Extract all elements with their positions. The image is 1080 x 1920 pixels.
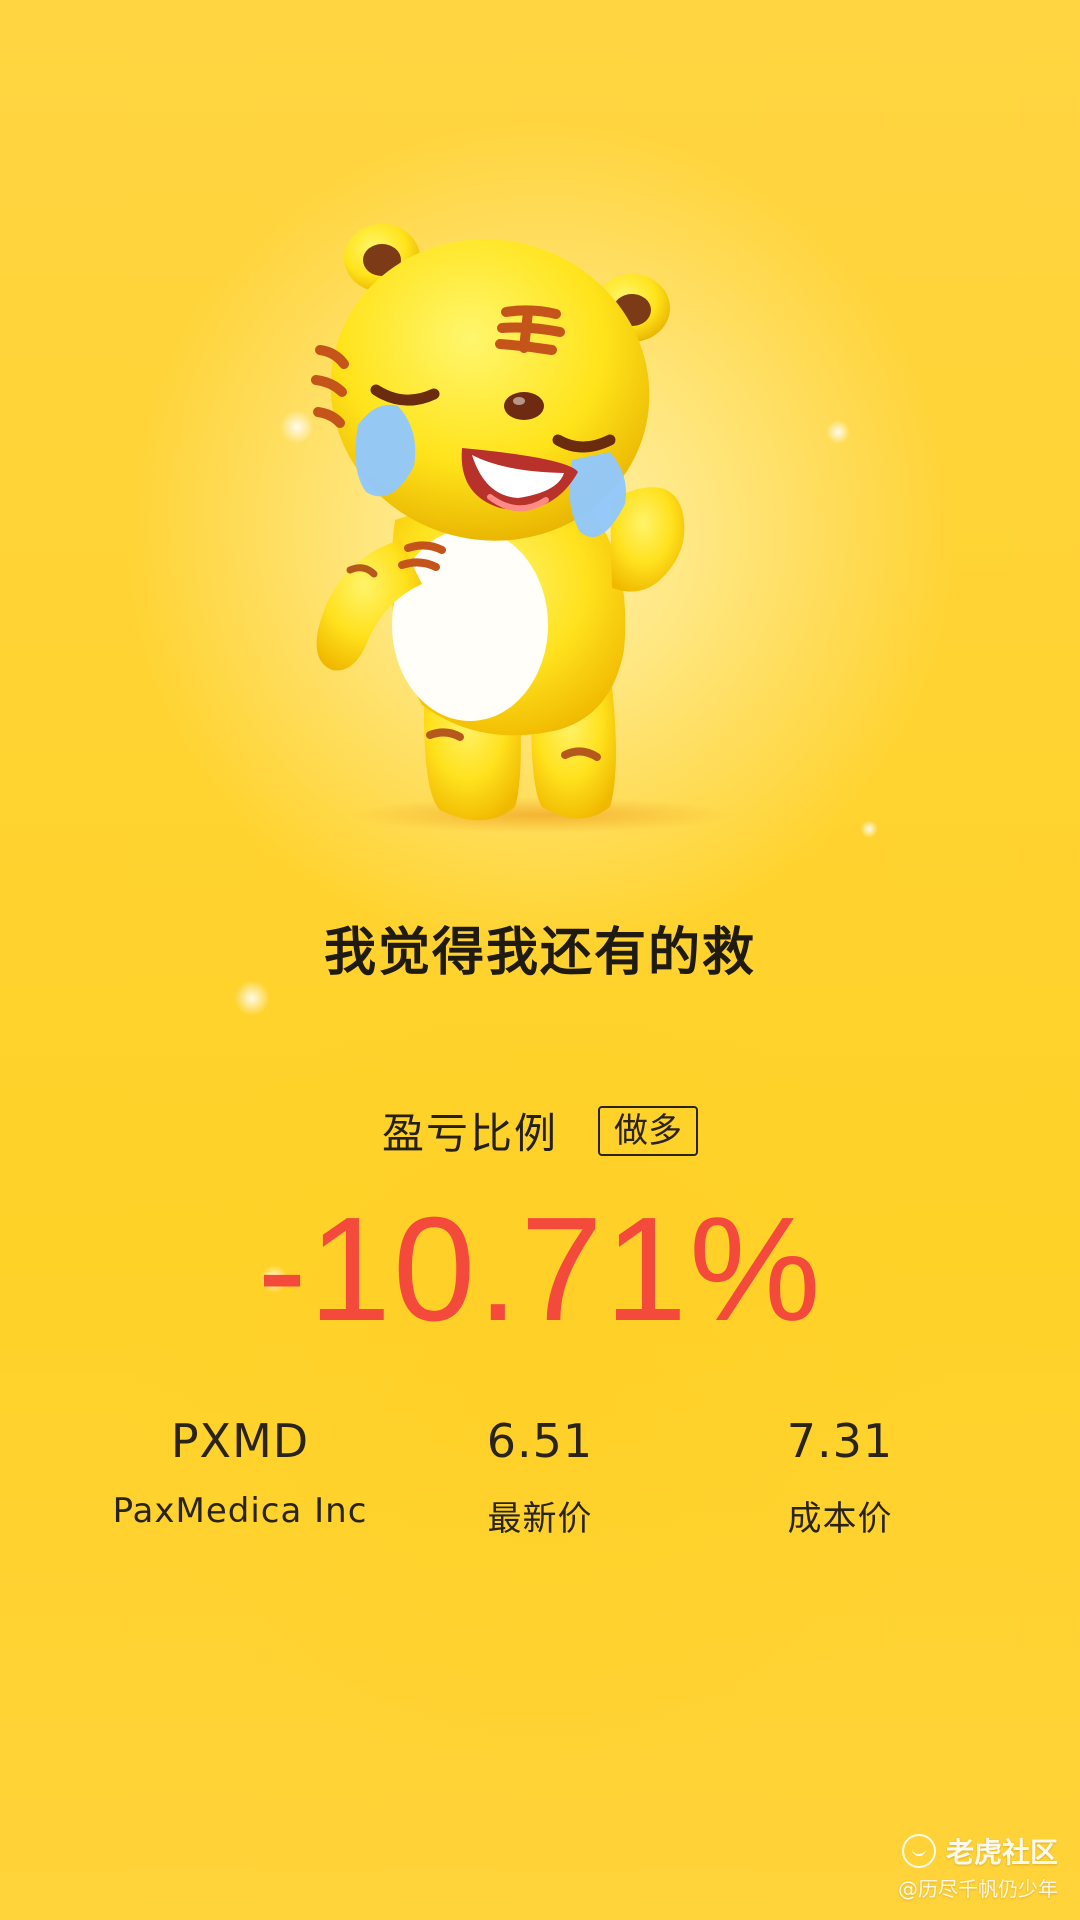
cost-price-stat: 7.31 成本价	[710, 1414, 970, 1540]
watermark-brand-row: 老虎社区	[898, 1831, 1058, 1871]
position-direction-badge: 做多	[598, 1105, 698, 1156]
cost-price-label: 成本价	[787, 1499, 893, 1540]
community-watermark: 老虎社区 @历尽千帆仍少年	[898, 1831, 1058, 1902]
stock-ticker: PXMD	[170, 1414, 310, 1468]
latest-price-value: 6.51	[486, 1414, 594, 1468]
sparkle-decoration	[860, 820, 878, 838]
crying-tiger-mascot-icon	[311, 224, 730, 833]
share-card: 我觉得我还有的救 盈亏比例 做多 -10.71% PXMD PaxMedica …	[0, 0, 1080, 1920]
pnl-label: 盈亏比例	[381, 1109, 558, 1158]
latest-price-stat: 6.51 最新价	[410, 1414, 670, 1540]
tiger-community-logo-icon	[901, 1834, 936, 1868]
sparkle-decoration	[280, 410, 314, 444]
cost-price-value: 7.31	[786, 1414, 894, 1468]
pnl-label-row: 盈亏比例 做多	[0, 1100, 1080, 1161]
company-name: PaxMedica Inc	[112, 1491, 368, 1532]
watermark-user: @历尽千帆仍少年	[898, 1877, 1058, 1901]
watermark-brand: 老虎社区	[945, 1836, 1058, 1869]
latest-price-label: 最新价	[487, 1499, 593, 1540]
pnl-percentage: -10.71%	[257, 1187, 823, 1352]
headline-text: 我觉得我还有的救	[323, 923, 756, 983]
stock-identity: PXMD PaxMedica Inc	[110, 1414, 370, 1540]
sparkle-decoration	[234, 980, 270, 1016]
stock-stats: PXMD PaxMedica Inc 6.51 最新价 7.31 成本价	[0, 1414, 1080, 1540]
